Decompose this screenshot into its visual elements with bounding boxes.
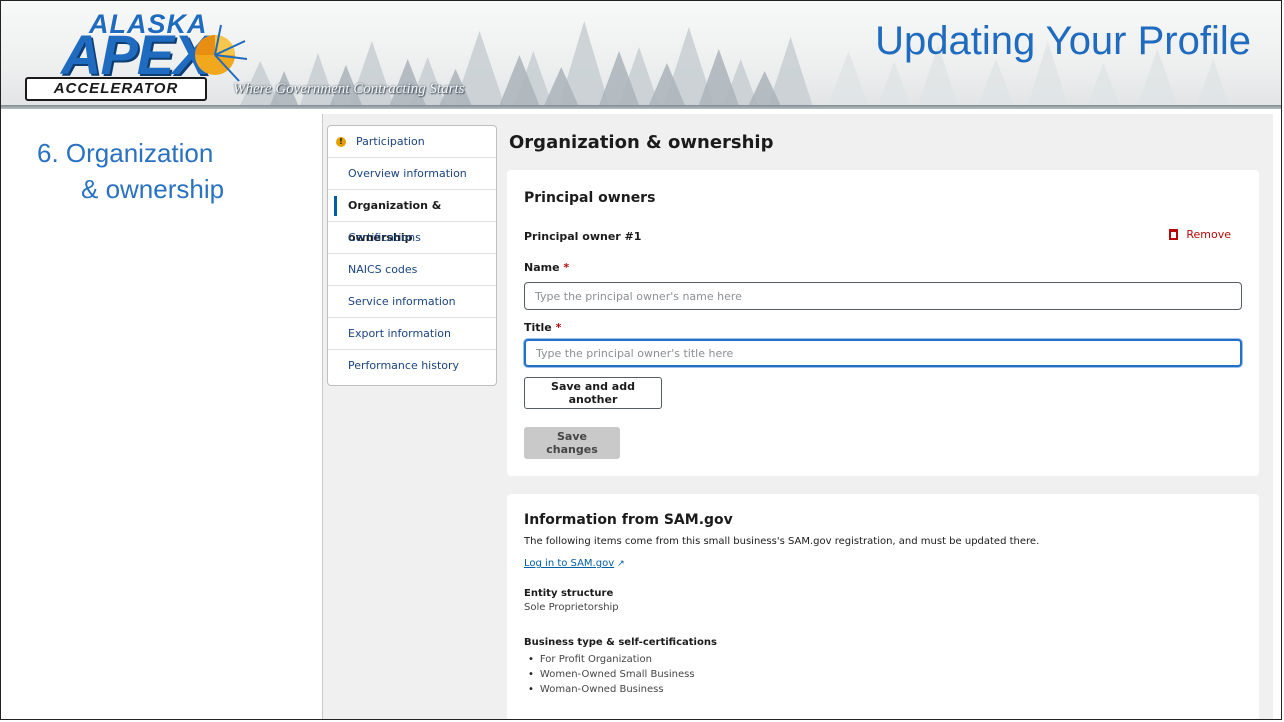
title-field-label: Title * xyxy=(524,321,561,334)
name-label-text: Name xyxy=(524,261,560,274)
owner-name-input[interactable] xyxy=(524,282,1242,310)
nav-item-performance-history[interactable]: Performance history xyxy=(328,350,496,382)
step-line-2: & ownership xyxy=(81,174,225,204)
nav-item-organization-ownership[interactable]: Organization & ownership xyxy=(328,190,496,244)
logo-accelerator-text: ACCELERATOR xyxy=(25,77,207,101)
title-label-text: Title xyxy=(524,321,552,334)
warning-icon: ! xyxy=(336,137,346,147)
nav-item-service-information[interactable]: Service information xyxy=(328,286,496,318)
principal-owners-card: Principal owners Principal owner #1 Remo… xyxy=(507,170,1259,476)
nav-item-participation[interactable]: ! Participation xyxy=(328,126,496,158)
nav-item-certifications[interactable]: Certifications xyxy=(328,222,496,254)
header-banner: ALASKA APEX ACCELERATOR Where Government… xyxy=(1,1,1281,105)
list-item: For Profit Organization xyxy=(524,652,695,667)
name-field-label: Name * xyxy=(524,261,569,274)
principal-owner-label: Principal owner #1 xyxy=(524,230,642,243)
sam-heading: Information from SAM.gov xyxy=(524,512,733,528)
step-description: 6. Organization & ownership xyxy=(37,135,224,207)
owner-title-input[interactable] xyxy=(524,339,1242,367)
trash-icon xyxy=(1169,229,1179,240)
list-item: Woman-Owned Business xyxy=(524,682,695,697)
external-link-icon: ↗ xyxy=(617,559,625,569)
remove-label: Remove xyxy=(1186,228,1231,241)
slide: ALASKA APEX ACCELERATOR Where Government… xyxy=(0,0,1282,720)
nav-item-export-information[interactable]: Export information xyxy=(328,318,496,350)
nav-item-naics-codes[interactable]: NAICS codes xyxy=(328,254,496,286)
sam-info-card: Information from SAM.gov The following i… xyxy=(507,494,1259,719)
save-and-add-another-button[interactable]: Save and add another xyxy=(524,377,662,409)
required-marker: * xyxy=(555,321,562,334)
sam-login-link[interactable]: Log in to SAM.gov ↗ xyxy=(524,558,625,569)
sam-description: The following items come from this small… xyxy=(524,536,1040,547)
nav-item-label: Participation xyxy=(356,135,425,148)
business-type-label: Business type & self-certifications xyxy=(524,637,717,648)
step-line-1: 6. Organization xyxy=(37,138,214,168)
principal-owners-heading: Principal owners xyxy=(524,190,656,206)
page-title: Organization & ownership xyxy=(509,132,774,153)
profile-side-nav: ! Participation Overview information Org… xyxy=(327,125,497,386)
slide-title: Updating Your Profile xyxy=(875,19,1251,63)
entity-structure-value: Sole Proprietorship xyxy=(524,602,619,613)
list-item: Women-Owned Small Business xyxy=(524,667,695,682)
save-changes-button[interactable]: Save changes xyxy=(524,427,620,459)
alaska-apex-logo: ALASKA APEX ACCELERATOR xyxy=(19,9,269,101)
header-divider xyxy=(1,105,1281,109)
nav-item-overview[interactable]: Overview information xyxy=(328,158,496,190)
remove-owner-button[interactable]: Remove xyxy=(1169,228,1231,241)
tagline: Where Government Contracting Starts xyxy=(233,81,465,97)
entity-structure-label: Entity structure xyxy=(524,588,614,599)
required-marker: * xyxy=(563,261,570,274)
profile-screenshot: ! Participation Overview information Org… xyxy=(322,114,1273,719)
sam-login-label: Log in to SAM.gov xyxy=(524,558,615,569)
business-type-list: For Profit Organization Women-Owned Smal… xyxy=(524,652,695,697)
